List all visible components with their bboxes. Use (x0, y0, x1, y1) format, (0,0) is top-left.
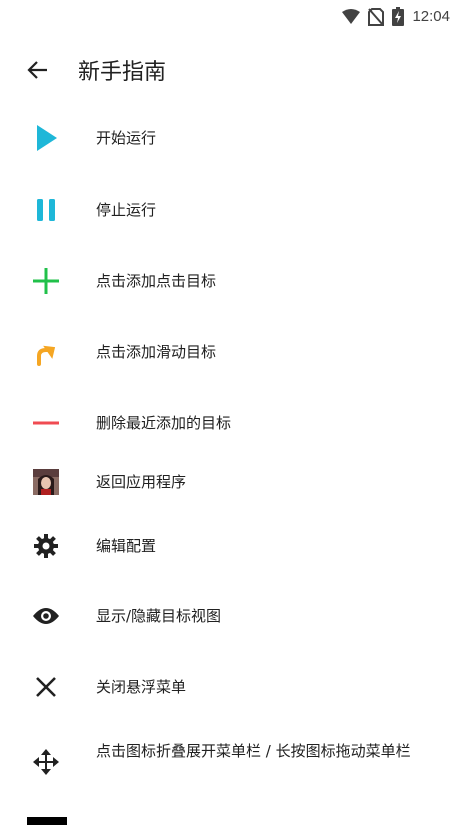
close-icon (30, 671, 62, 703)
status-bar: 12:04 (0, 0, 462, 34)
guide-label: 关闭悬浮菜单 (96, 678, 187, 696)
guide-item-close-menu: 关闭悬浮菜单 (0, 671, 462, 703)
wifi-icon (342, 8, 361, 24)
bottom-edge-bar (27, 817, 67, 825)
guide-label: 开始运行 (96, 129, 157, 147)
plus-icon (30, 265, 62, 297)
pause-icon (30, 194, 62, 226)
guide-label: 停止运行 (96, 201, 157, 219)
guide-item-edit-config: 编辑配置 (0, 530, 462, 562)
back-button[interactable] (24, 56, 52, 84)
guide-item-stop: 停止运行 (0, 194, 462, 226)
guide-label: 显示/隐藏目标视图 (96, 607, 222, 625)
guide-label: 点击添加点击目标 (96, 272, 217, 290)
guide-item-start: 开始运行 (0, 122, 462, 154)
minus-icon (30, 407, 62, 439)
eye-icon (30, 600, 62, 632)
arrow-left-icon (27, 61, 47, 79)
app-bar: 新手指南 (0, 42, 462, 98)
guide-label: 点击图标折叠展开菜单栏 / 长按图标拖动菜单栏 (96, 742, 411, 760)
move-icon (30, 746, 62, 778)
play-icon (30, 122, 62, 154)
guide-label: 返回应用程序 (96, 473, 187, 491)
guide-item-move-menu: 点击图标折叠展开菜单栏 / 长按图标拖动菜单栏 (0, 742, 462, 778)
page-title: 新手指南 (78, 60, 167, 85)
gear-icon (30, 530, 62, 562)
guide-label: 删除最近添加的目标 (96, 414, 232, 432)
status-icons: 12:04 (342, 7, 450, 26)
app-avatar-icon (30, 466, 62, 498)
guide-item-return-app: 返回应用程序 (0, 466, 462, 498)
no-sim-icon (368, 7, 385, 26)
battery-charging-icon (392, 7, 405, 26)
guide-item-add-click: 点击添加点击目标 (0, 265, 462, 297)
guide-item-toggle-targets: 显示/隐藏目标视图 (0, 600, 462, 632)
guide-item-delete-last: 删除最近添加的目标 (0, 407, 462, 439)
curved-arrow-icon (30, 336, 62, 368)
guide-item-add-swipe: 点击添加滑动目标 (0, 336, 462, 368)
status-time: 12:04 (412, 8, 450, 25)
guide-label: 编辑配置 (96, 537, 157, 555)
guide-label: 点击添加滑动目标 (96, 343, 217, 361)
